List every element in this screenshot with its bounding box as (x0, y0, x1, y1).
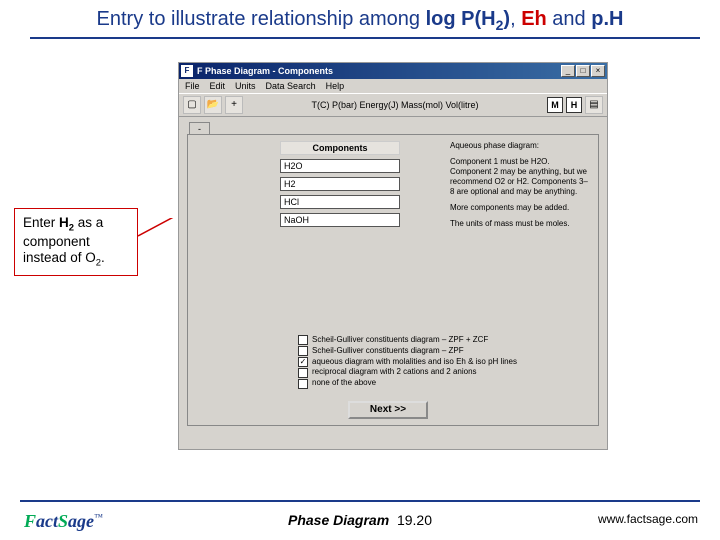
open-icon[interactable]: 📂 (204, 96, 222, 114)
main-panel: Components Aqueous phase diagram: Compon… (187, 134, 599, 426)
option-5[interactable]: none of the above (298, 378, 578, 389)
toolbar-m-icon[interactable]: M (547, 97, 563, 113)
toolbar-h-icon[interactable]: H (566, 97, 582, 113)
app-icon: F (181, 65, 193, 77)
checkbox-checked-icon[interactable]: ✓ (298, 357, 308, 367)
option-2[interactable]: Scheil-Gulliver constituents diagram – Z… (298, 346, 578, 357)
checkbox-icon[interactable] (298, 346, 308, 356)
option-4[interactable]: reciprocal diagram with 2 cations and 2 … (298, 367, 578, 378)
component-4-input[interactable] (280, 213, 400, 227)
toolbar-caption: T(C) P(bar) Energy(J) Mass(mol) Vol(litr… (312, 100, 479, 110)
tab-row: - (179, 117, 607, 134)
window-titlebar: F F Phase Diagram - Components _ □ × (179, 63, 607, 79)
add-icon[interactable]: + (225, 96, 243, 114)
option-3[interactable]: ✓aqueous diagram with molalities and iso… (298, 357, 578, 368)
checkbox-icon[interactable] (298, 379, 308, 389)
menu-data-search[interactable]: Data Search (266, 81, 316, 91)
menu-units[interactable]: Units (235, 81, 256, 91)
info-text-2: More components may be added. (450, 203, 590, 213)
checkbox-icon[interactable] (298, 368, 308, 378)
checkbox-icon[interactable] (298, 335, 308, 345)
maximize-button[interactable]: □ (576, 65, 590, 77)
component-1-input[interactable] (280, 159, 400, 173)
new-icon[interactable]: ▢ (183, 96, 201, 114)
callout-box: Enter H2 as a component instead of O2. (14, 208, 138, 276)
toolbar: ▢ 📂 + T(C) P(bar) Energy(J) Mass(mol) Vo… (179, 94, 607, 117)
menu-bar: File Edit Units Data Search Help (179, 79, 607, 94)
window-title: F Phase Diagram - Components (197, 66, 561, 76)
minimize-button[interactable]: _ (561, 65, 575, 77)
components-header: Components (280, 141, 400, 155)
option-1[interactable]: Scheil-Gulliver constituents diagram – Z… (298, 335, 578, 346)
info-text-3: The units of mass must be moles. (450, 219, 590, 229)
toolbar-extra-icon[interactable]: ▤ (585, 96, 603, 114)
info-text-1: Component 1 must be H2O. Component 2 may… (450, 157, 590, 197)
component-3-input[interactable] (280, 195, 400, 209)
footer-url: www.factsage.com (598, 512, 698, 526)
menu-file[interactable]: File (185, 81, 200, 91)
next-button[interactable]: Next >> (348, 401, 428, 419)
menu-edit[interactable]: Edit (210, 81, 226, 91)
menu-help[interactable]: Help (326, 81, 345, 91)
footer-divider (20, 500, 700, 502)
title-underline (30, 37, 700, 39)
component-2-input[interactable] (280, 177, 400, 191)
slide-title: Entry to illustrate relationship among l… (0, 0, 720, 37)
footer: FactSage™ Phase Diagram 19.20 www.factsa… (0, 506, 720, 532)
components-block: Components (280, 141, 400, 231)
diagram-options: Scheil-Gulliver constituents diagram – Z… (298, 335, 578, 389)
info-panel: Aqueous phase diagram: Component 1 must … (450, 141, 590, 235)
phase-diagram-window: F F Phase Diagram - Components _ □ × Fil… (178, 62, 608, 450)
close-button[interactable]: × (591, 65, 605, 77)
info-heading: Aqueous phase diagram: (450, 141, 590, 151)
